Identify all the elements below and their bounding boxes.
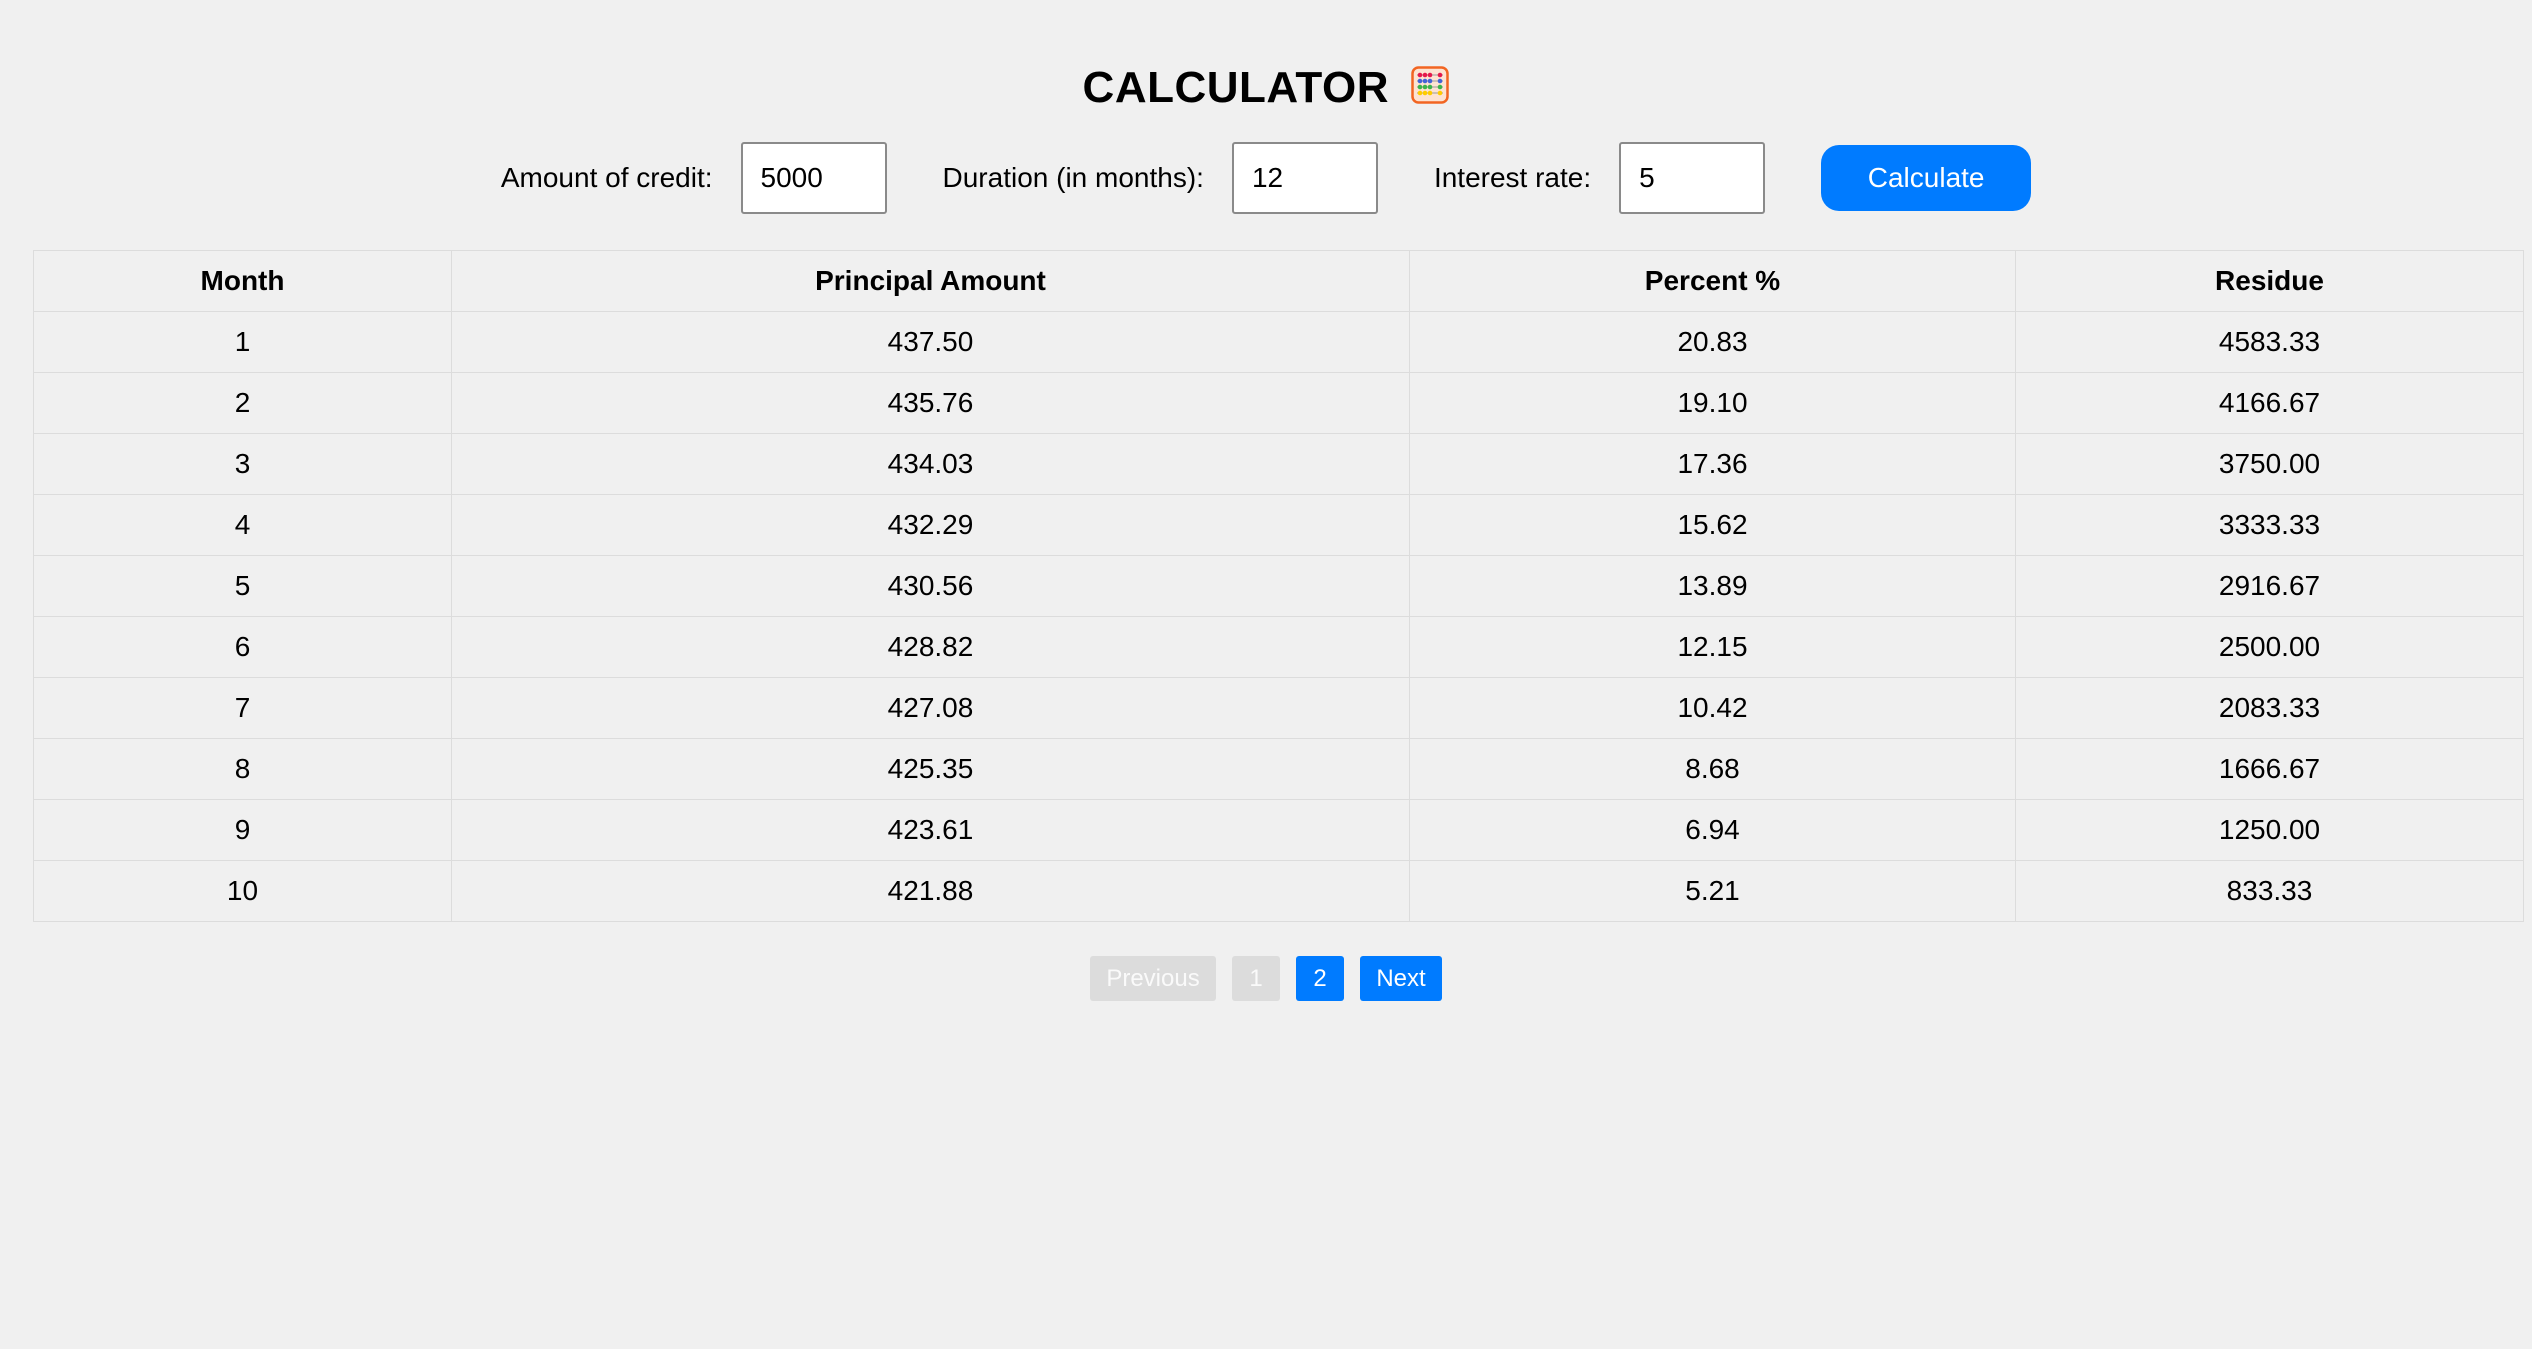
cell-principal: 437.50 — [451, 311, 1410, 373]
cell-principal: 423.61 — [451, 799, 1410, 861]
cell-month: 3 — [33, 433, 452, 495]
cell-principal: 432.29 — [451, 494, 1410, 556]
cell-principal: 430.56 — [451, 555, 1410, 617]
cell-percent: 6.94 — [1409, 799, 2016, 861]
next-page-button[interactable]: Next — [1360, 956, 1442, 1001]
rate-input[interactable] — [1619, 142, 1766, 214]
calculate-button[interactable]: Calculate — [1821, 145, 2032, 211]
previous-page-button[interactable]: Previous — [1090, 956, 1216, 1001]
table-row: 7 427.08 10.42 2083.33 — [33, 677, 2524, 739]
cell-residue: 4583.33 — [2015, 311, 2524, 373]
cell-percent: 12.15 — [1409, 616, 2016, 678]
cell-month: 6 — [33, 616, 452, 678]
cell-percent: 17.36 — [1409, 433, 2016, 495]
cell-residue: 833.33 — [2015, 860, 2524, 922]
cell-percent: 13.89 — [1409, 555, 2016, 617]
table-row: 3 434.03 17.36 3750.00 — [33, 433, 2524, 495]
cell-percent: 19.10 — [1409, 372, 2016, 434]
cell-residue: 2083.33 — [2015, 677, 2524, 739]
cell-principal: 421.88 — [451, 860, 1410, 922]
credit-form: Amount of credit: Duration (in months): … — [0, 142, 2532, 214]
column-header-principal: Principal Amount — [451, 250, 1410, 312]
cell-percent: 15.62 — [1409, 494, 2016, 556]
table-row: 8 425.35 8.68 1666.67 — [33, 738, 2524, 800]
pagination: Previous 1 2 Next — [0, 956, 2532, 1001]
table-row: 10 421.88 5.21 833.33 — [33, 860, 2524, 922]
cell-month: 7 — [33, 677, 452, 739]
table-row: 4 432.29 15.62 3333.33 — [33, 494, 2524, 556]
cell-residue: 1666.67 — [2015, 738, 2524, 800]
duration-label: Duration (in months): — [942, 162, 1204, 193]
cell-percent: 20.83 — [1409, 311, 2016, 373]
calculator-page: CALCULATOR Amount of credit: Duration (i… — [0, 0, 2532, 1349]
table-row: 2 435.76 19.10 4166.67 — [33, 372, 2524, 434]
amount-input[interactable] — [740, 142, 887, 214]
payment-schedule-table: Month Principal Amount Percent % Residue… — [33, 250, 2524, 922]
cell-residue: 3333.33 — [2015, 494, 2524, 556]
page-2-button[interactable]: 2 — [1296, 956, 1344, 1001]
duration-input[interactable] — [1231, 142, 1378, 214]
cell-principal: 427.08 — [451, 677, 1410, 739]
cell-residue: 2916.67 — [2015, 555, 2524, 617]
column-header-residue: Residue — [2015, 250, 2524, 312]
column-header-month: Month — [33, 250, 452, 312]
cell-principal: 435.76 — [451, 372, 1410, 434]
table-row: 5 430.56 13.89 2916.67 — [33, 555, 2524, 617]
cell-month: 4 — [33, 494, 452, 556]
cell-month: 9 — [33, 799, 452, 861]
cell-month: 10 — [33, 860, 452, 922]
column-header-percent: Percent % — [1409, 250, 2016, 312]
page-title: CALCULATOR — [1082, 63, 1389, 112]
cell-percent: 10.42 — [1409, 677, 2016, 739]
rate-label: Interest rate: — [1433, 162, 1592, 193]
table-row: 9 423.61 6.94 1250.00 — [33, 799, 2524, 861]
cell-month: 1 — [33, 311, 452, 373]
amount-label: Amount of credit: — [500, 162, 713, 193]
header: CALCULATOR — [0, 58, 2532, 118]
table-row: 1 437.50 20.83 4583.33 — [33, 311, 2524, 373]
table-row: 6 428.82 12.15 2500.00 — [33, 616, 2524, 678]
cell-residue: 2500.00 — [2015, 616, 2524, 678]
cell-month: 8 — [33, 738, 452, 800]
cell-percent: 8.68 — [1409, 738, 2016, 800]
cell-principal: 428.82 — [451, 616, 1410, 678]
abacus-icon — [1411, 66, 1450, 104]
cell-principal: 425.35 — [451, 738, 1410, 800]
cell-percent: 5.21 — [1409, 860, 2016, 922]
cell-principal: 434.03 — [451, 433, 1410, 495]
cell-month: 2 — [33, 372, 452, 434]
page-1-button[interactable]: 1 — [1232, 956, 1280, 1001]
cell-residue: 4166.67 — [2015, 372, 2524, 434]
table-header-row: Month Principal Amount Percent % Residue — [33, 250, 2524, 312]
cell-residue: 1250.00 — [2015, 799, 2524, 861]
cell-month: 5 — [33, 555, 452, 617]
cell-residue: 3750.00 — [2015, 433, 2524, 495]
